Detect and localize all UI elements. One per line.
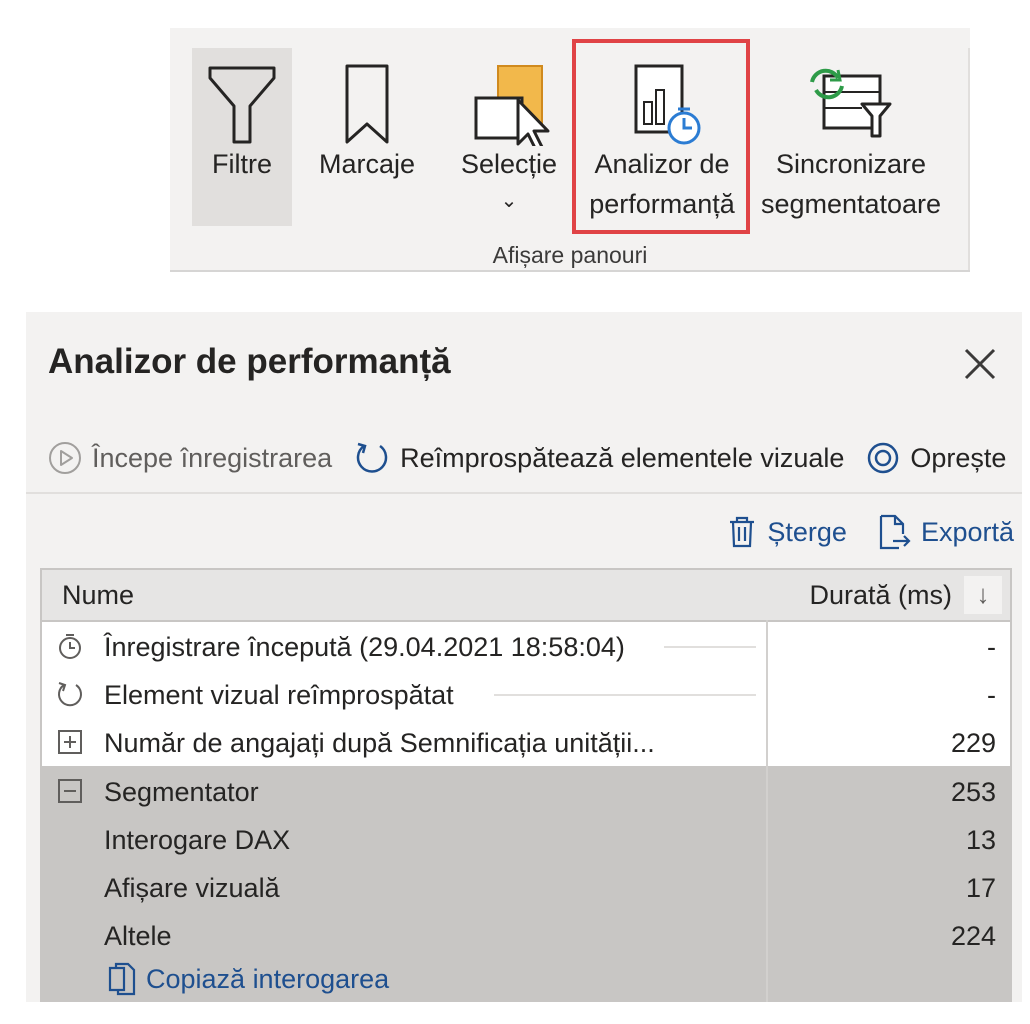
- pane-toolbar: Începe înregistrarea Reîmprospătează ele…: [48, 436, 1006, 480]
- table-subrow[interactable]: Interogare DAX 13: [42, 815, 1010, 863]
- clear-label: Șterge: [767, 516, 847, 547]
- export-icon: [879, 514, 911, 550]
- pane-title: Analizor de performanță: [48, 342, 451, 381]
- column-header-name[interactable]: Nume: [62, 580, 134, 611]
- bookmarks-label: Marcaje: [318, 149, 416, 179]
- chevron-down-icon[interactable]: ⌄: [452, 188, 566, 213]
- row-name: Număr de angajați după Semnificația unit…: [104, 728, 655, 758]
- highlight-frame: [572, 39, 750, 234]
- toolbar-separator: [26, 492, 1022, 494]
- refresh-visuals-label: Reîmprospătează elementele vizuale: [400, 442, 845, 473]
- table-row[interactable]: Număr de angajați după Semnificația unit…: [42, 718, 1010, 766]
- sync-slicers-label: Sincronizare segmentatoare: [746, 144, 956, 224]
- copy-query-label: Copiază interogarea: [146, 963, 390, 994]
- row-name: Segmentator: [104, 777, 259, 807]
- row-duration: 13: [965, 825, 996, 855]
- stop-label: Oprește: [910, 442, 1007, 473]
- table-subrow[interactable]: Altele 224: [42, 911, 1010, 959]
- export-label: Exportă: [920, 516, 1014, 547]
- trash-icon: [730, 516, 755, 548]
- stop-button[interactable]: Oprește: [866, 441, 1006, 475]
- export-button[interactable]: Exportă: [877, 514, 1014, 550]
- row-name: Altele: [104, 921, 172, 951]
- row-duration: -: [987, 632, 996, 662]
- row-duration: 229: [950, 728, 996, 758]
- row-rule: [494, 694, 756, 696]
- stop-icon: [868, 442, 899, 474]
- ribbon-group-label: Afișare panouri: [492, 242, 648, 268]
- row-name: Element vizual reîmprospătat: [104, 680, 454, 710]
- expand-icon[interactable]: [56, 728, 84, 756]
- filters-label: Filtre: [212, 149, 272, 179]
- clear-button[interactable]: Șterge: [727, 515, 847, 549]
- results-table: Nume Durată (ms) ↓ Înregistrare începută…: [40, 568, 1012, 1002]
- performance-analyzer-pane: Analizor de performanță Începe înregistr…: [26, 312, 1022, 1002]
- pane-actions: Șterge Exportă: [697, 512, 1014, 552]
- table-subrow[interactable]: Afișare vizuală 17: [42, 863, 1010, 911]
- sync-slicers-label-line2: segmentatoare: [760, 189, 942, 219]
- row-duration: -: [987, 680, 996, 710]
- table-row[interactable]: Element vizual reîmprospătat -: [42, 670, 1010, 718]
- bookmark-icon: [312, 56, 422, 146]
- table-row[interactable]: Segmentator 253: [42, 767, 1010, 815]
- refresh-icon: [356, 442, 388, 473]
- selection-button[interactable]: Selecție ⌄: [452, 48, 566, 226]
- sync-slicers-icon: [766, 56, 936, 146]
- close-button[interactable]: [960, 344, 1000, 384]
- refresh-icon: [58, 682, 82, 707]
- sync-slicers-button[interactable]: Sincronizare segmentatoare: [761, 48, 941, 226]
- copy-icon: [108, 962, 136, 996]
- copy-query-link[interactable]: Copiază interogarea: [106, 962, 389, 996]
- start-recording-button[interactable]: Începe înregistrarea: [48, 441, 332, 475]
- row-rule: [664, 646, 756, 648]
- stopwatch-icon: [59, 634, 81, 659]
- row-name: Afișare vizuală: [104, 873, 280, 903]
- close-icon: [964, 348, 996, 380]
- refresh-visuals-button[interactable]: Reîmprospătează elementele vizuale: [354, 440, 844, 476]
- play-icon: [49, 442, 81, 474]
- table-row[interactable]: Înregistrare începută (29.04.2021 18:58:…: [42, 622, 1010, 670]
- row-name: Înregistrare începută (29.04.2021 18:58:…: [104, 632, 625, 662]
- row-duration: 224: [950, 921, 996, 951]
- table-header: Nume Durată (ms) ↓: [42, 570, 1010, 622]
- sort-descending-button[interactable]: ↓: [964, 576, 1002, 614]
- collapse-icon[interactable]: [56, 777, 84, 805]
- row-duration: 253: [950, 777, 996, 807]
- start-recording-label: Începe înregistrarea: [92, 442, 333, 473]
- filters-button[interactable]: Filtre: [192, 48, 292, 226]
- bookmarks-button[interactable]: Marcaje: [312, 48, 422, 226]
- sync-slicers-label-line1: Sincronizare: [775, 149, 927, 179]
- ribbon-panes-group: Filtre Marcaje Selecție ⌄ Analizor de pe…: [170, 28, 970, 272]
- column-header-duration[interactable]: Durată (ms): [809, 580, 952, 611]
- ribbon-separator: [968, 48, 970, 270]
- row-duration: 17: [965, 873, 996, 903]
- filter-icon: [192, 56, 292, 146]
- row-name: Interogare DAX: [104, 825, 291, 855]
- selection-icon: [452, 56, 566, 152]
